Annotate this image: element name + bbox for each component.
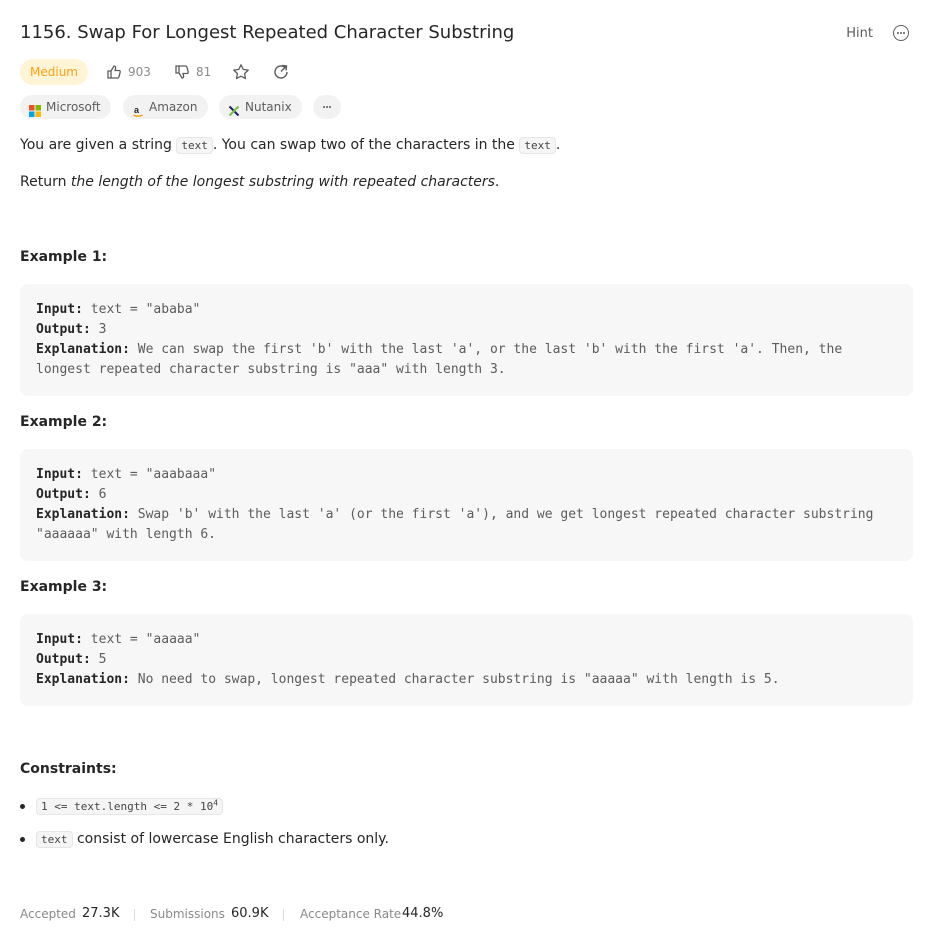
desc-text: . [494,174,500,190]
constraint-code-text: 1 <= text.length <= 2 * 10 [41,800,214,813]
input-value: text = "aaaaa" [90,632,201,647]
description-paragraph-2: Return the length of the longest substri… [20,174,499,190]
nutanix-logo-icon [228,101,240,117]
difficulty-badge: Medium [20,59,88,85]
accepted-value: 27.3K [82,906,120,921]
thumbs-down-icon [175,65,189,79]
tag-microsoft[interactable]: Microsoft [20,95,111,119]
svg-text:a: a [134,105,140,115]
example-2-block: Input: text = "aaabaaa" Output: 6 Explan… [20,449,913,561]
example-input: Input: text = "aaabaaa" [36,467,216,482]
desc-emphasis: the length of the longest substring with… [70,174,495,190]
divider [283,909,284,921]
constraint-1: 1 <= text.length <= 2 * 104 [36,798,224,815]
explanation-label: Explanation: [36,507,130,522]
inline-code: text [176,137,213,154]
output-label: Output: [36,322,91,337]
title-row: 1156. Swap For Longest Repeated Characte… [20,20,913,50]
amazon-logo-icon: a [132,101,144,117]
dislike-button[interactable]: 81 [174,59,219,85]
tag-amazon[interactable]: a Amazon [123,95,208,119]
inline-code: text [519,137,556,154]
problem-title: 1156. Swap For Longest Repeated Characte… [20,22,515,43]
acceptance-rate-value: 44.8% [402,906,444,921]
constraints-heading: Constraints: [20,761,117,777]
example-2-heading: Example 2: [20,414,108,430]
divider [134,909,135,921]
bullet [20,837,25,842]
tag-label: Nutanix [245,100,292,114]
example-explanation: Explanation: No need to swap, longest re… [36,672,780,687]
output-value: 5 [98,652,107,667]
desc-text: . You can swap two of the characters in … [212,137,520,153]
explanation-text: We can swap the first 'b' with the last … [137,342,843,357]
hint-button[interactable]: Hint [846,26,873,41]
explanation-text: Swap 'b' with the last 'a' (or the first… [137,507,874,522]
example-output: Output: 6 [36,487,106,502]
bullet [20,804,25,809]
thumbs-up-icon [107,65,121,79]
example-input: Input: text = "ababa" [36,302,200,317]
example-1-block: Input: text = "ababa" Output: 3 Explanat… [20,284,913,396]
tag-label: Amazon [149,100,198,114]
inline-code: text [36,831,73,848]
more-tags-button[interactable] [313,95,341,119]
tag-label: Microsoft [46,100,101,114]
output-label: Output: [36,487,91,502]
acceptance-rate-label: Acceptance Rate [300,907,402,921]
description-paragraph-1: You are given a string text. You can swa… [20,137,561,154]
example-3-heading: Example 3: [20,579,108,595]
explanation-label: Explanation: [36,342,130,357]
example-3-block: Input: text = "aaaaa" Output: 5 Explanat… [20,614,913,706]
constraint-code: 1 <= text.length <= 2 * 104 [36,798,224,815]
like-count: 903 [128,65,151,79]
constraint-2: text consist of lowercase English charac… [36,831,389,848]
explanation-text: No need to swap, longest repeated charac… [137,672,780,687]
input-value: text = "ababa" [90,302,201,317]
tag-nutanix[interactable]: Nutanix [219,95,302,119]
constraint-text: consist of lowercase English characters … [72,831,389,847]
example-explanation: Explanation: We can swap the first 'b' w… [36,342,842,357]
input-value: text = "aaabaaa" [90,467,217,482]
more-options-icon[interactable] [893,25,909,41]
dislike-count: 81 [196,65,212,79]
output-value: 6 [98,487,107,502]
meta-row: Medium 903 81 [20,59,913,85]
star-icon[interactable] [232,63,250,81]
example-explanation: Explanation: Swap 'b' with the last 'a' … [36,507,873,522]
example-output: Output: 3 [36,322,106,337]
example-1-heading: Example 1: [20,249,108,265]
desc-text: . [555,137,561,153]
submissions-label: Submissions [150,907,225,921]
desc-text: You are given a string [20,137,177,153]
example-output: Output: 5 [36,652,106,667]
input-label: Input: [36,632,83,647]
submissions-value: 60.9K [231,906,269,921]
accepted-label: Accepted [20,907,76,921]
output-label: Output: [36,652,91,667]
example-explanation-cont: "aaaaaa" with length 6. [36,527,217,542]
input-label: Input: [36,302,83,317]
input-label: Input: [36,467,83,482]
desc-text: Return [20,174,71,190]
microsoft-logo-icon [29,101,41,117]
constraint-exponent: 4 [213,798,219,808]
example-input: Input: text = "aaaaa" [36,632,200,647]
output-value: 3 [98,322,107,337]
like-button[interactable]: 903 [106,59,156,85]
share-icon[interactable] [272,63,290,81]
example-explanation-cont: longest repeated character substring is … [36,362,506,377]
explanation-label: Explanation: [36,672,130,687]
